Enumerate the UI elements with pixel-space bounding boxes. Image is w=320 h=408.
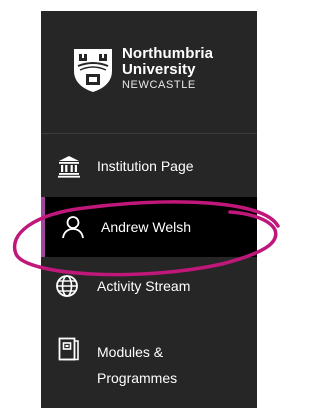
nav-label-modules-programmes: Modules & Programmes <box>97 344 178 386</box>
nav-item-activity-stream[interactable]: Activity Stream <box>41 257 257 319</box>
screenshot-stage: Northumbria University NEWCASTLE Institu… <box>0 0 284 408</box>
nav-item-profile[interactable]: Andrew Welsh <box>41 197 257 257</box>
logo-name-line1: Northumbria <box>122 45 214 62</box>
nav-label-profile: Andrew Welsh <box>101 219 192 235</box>
main-nav: Institution Page Andrew Welsh Activity S… <box>41 134 257 408</box>
user-icon <box>62 216 84 239</box>
logo-name-line2: University <box>122 61 196 78</box>
modules-icon <box>58 337 79 361</box>
globe-icon <box>56 275 78 297</box>
logo-location: NEWCASTLE <box>122 79 196 91</box>
sidebar: Northumbria University NEWCASTLE Institu… <box>41 11 257 408</box>
nav-label-activity-stream: Activity Stream <box>97 278 191 294</box>
nav-label-institution-page: Institution Page <box>97 158 194 174</box>
nav-item-institution-page[interactable]: Institution Page <box>41 134 257 197</box>
crest-icon <box>74 49 112 92</box>
logo-text: Northumbria University NEWCASTLE <box>122 46 213 91</box>
nav-item-modules-programmes[interactable]: Modules & Programmes <box>41 319 257 408</box>
institution-icon <box>58 156 80 178</box>
university-logo[interactable]: Northumbria University NEWCASTLE <box>41 11 257 134</box>
active-indicator <box>41 197 45 257</box>
